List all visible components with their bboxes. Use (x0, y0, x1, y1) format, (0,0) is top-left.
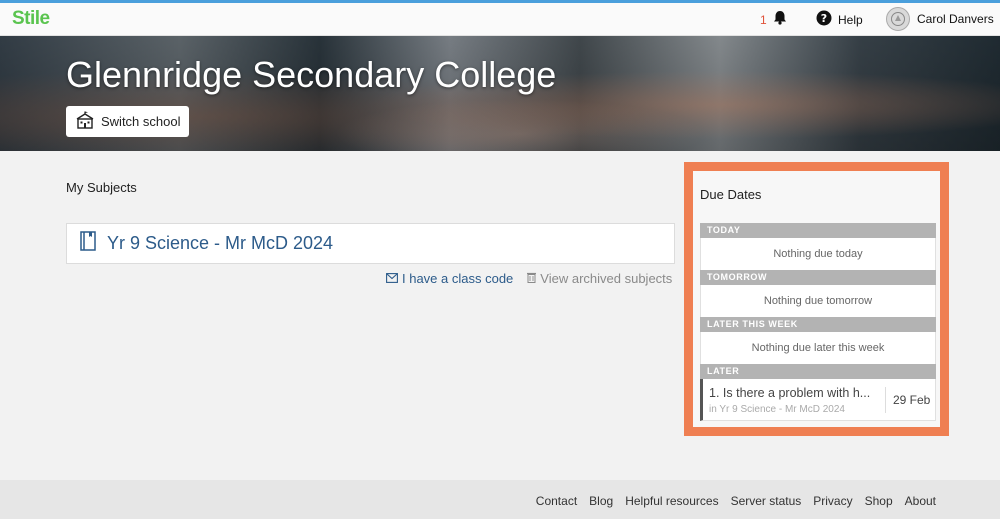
subject-name: Yr 9 Science - Mr McD 2024 (107, 233, 334, 253)
due-dates-list: TODAY Nothing due today TOMORROW Nothing… (700, 223, 936, 421)
footer: Contact Blog Helpful resources Server st… (0, 480, 1000, 519)
due-item-divider (885, 387, 886, 413)
view-archived-link[interactable]: View archived subjects (527, 271, 672, 286)
view-archived-label: View archived subjects (540, 271, 673, 286)
help-button[interactable]: ? Help (816, 10, 863, 29)
envelope-icon (386, 271, 398, 286)
due-dates-heading: Due Dates (700, 187, 762, 202)
footer-link-blog[interactable]: Blog (589, 494, 613, 508)
switch-school-button[interactable]: Switch school (66, 106, 190, 137)
due-item-title: 1. Is there a problem with h... (709, 386, 871, 400)
notebook-icon (80, 231, 96, 256)
section-header-later-this-week: LATER THIS WEEK (700, 317, 936, 332)
subject-links: I have a class code View archived subjec… (386, 271, 672, 286)
section-header-later: LATER (700, 364, 936, 379)
question-circle-icon: ? (816, 10, 832, 29)
my-subjects-heading: My Subjects (66, 180, 137, 195)
school-name: Glennridge Secondary College (66, 54, 557, 95)
footer-link-contact[interactable]: Contact (536, 494, 577, 508)
archive-bin-icon (527, 271, 537, 286)
footer-links: Contact Blog Helpful resources Server st… (536, 494, 936, 508)
school-banner: Glennridge Secondary College Switch scho… (0, 36, 1000, 151)
due-item-subject: in Yr 9 Science - Mr McD 2024 (709, 404, 845, 415)
class-code-label: I have a class code (402, 271, 514, 286)
subject-card[interactable]: Yr 9 Science - Mr McD 2024 (66, 223, 675, 264)
user-menu[interactable]: Carol Danvers (886, 7, 994, 31)
due-dates-panel: Due Dates TODAY Nothing due today TOMORR… (684, 162, 949, 436)
school-building-icon (75, 111, 95, 132)
notification-count: 1 (760, 13, 767, 27)
footer-link-privacy[interactable]: Privacy (813, 494, 852, 508)
notifications-button[interactable]: 1 (760, 10, 787, 30)
footer-link-about[interactable]: About (905, 494, 936, 508)
stile-logo[interactable]: Stile (12, 8, 50, 30)
switch-school-label: Switch school (101, 114, 181, 129)
footer-link-helpful-resources[interactable]: Helpful resources (625, 494, 718, 508)
class-code-link[interactable]: I have a class code (386, 271, 513, 286)
user-name: Carol Danvers (917, 12, 994, 26)
section-header-tomorrow: TOMORROW (700, 270, 936, 285)
empty-message-tomorrow: Nothing due tomorrow (700, 285, 936, 317)
avatar (886, 7, 910, 31)
footer-link-server-status[interactable]: Server status (731, 494, 802, 508)
footer-link-shop[interactable]: Shop (865, 494, 893, 508)
svg-text:?: ? (821, 12, 827, 25)
due-item-date: 29 Feb (893, 393, 931, 407)
due-item[interactable]: 1. Is there a problem with h... in Yr 9 … (700, 379, 936, 421)
section-header-today: TODAY (700, 223, 936, 238)
top-navigation-bar: Stile 1 ? Help Carol Danvers (0, 3, 1000, 36)
empty-message-later-this-week: Nothing due later this week (700, 332, 936, 364)
bell-icon (773, 10, 787, 30)
help-label: Help (838, 12, 863, 27)
empty-message-today: Nothing due today (700, 238, 936, 270)
